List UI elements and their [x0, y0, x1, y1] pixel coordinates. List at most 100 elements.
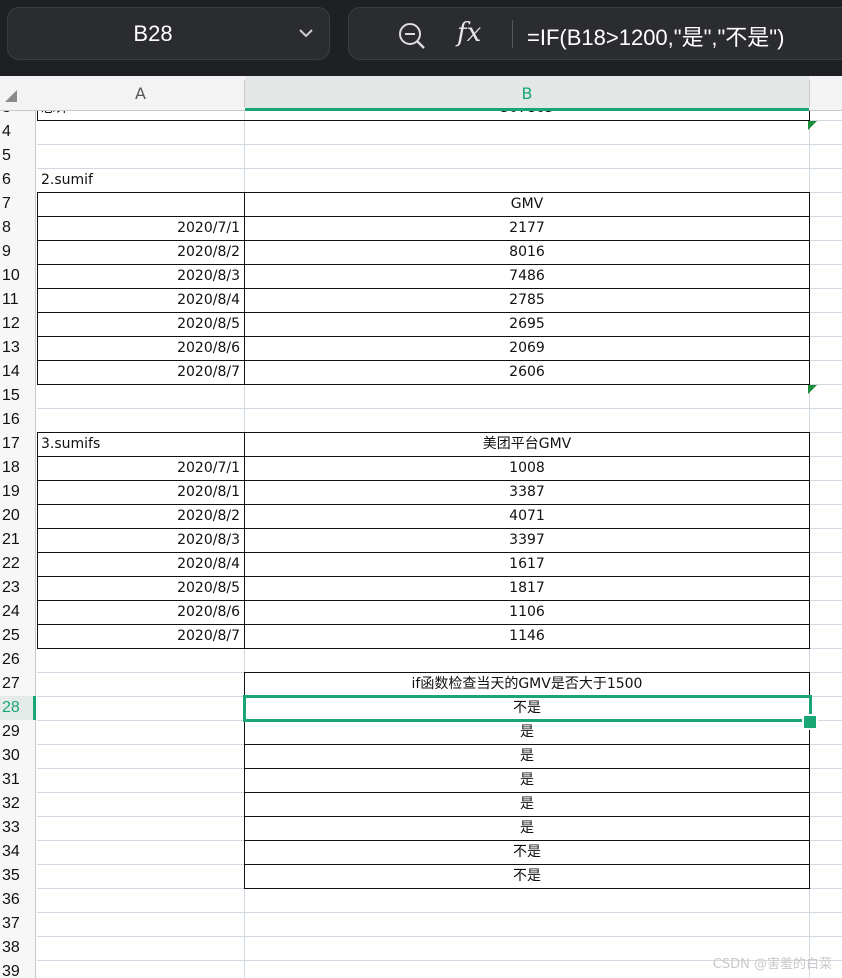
cell-a[interactable]: 2.sumif [37, 168, 244, 192]
cell-a[interactable] [37, 816, 244, 840]
row-header[interactable]: 7 [0, 192, 36, 216]
cell-b[interactable] [245, 648, 809, 672]
cell-a[interactable]: 3.sumifs [37, 432, 244, 456]
row-header[interactable]: 23 [0, 576, 36, 600]
cell-a[interactable]: 2020/8/5 [37, 576, 244, 600]
cell-a[interactable]: 2020/7/1 [37, 216, 244, 240]
formula-box[interactable]: fx =IF(B18>1200,"是","不是") [348, 7, 842, 60]
cell-b[interactable]: 是 [245, 744, 809, 768]
column-header-b[interactable]: B [245, 76, 809, 111]
cell-b[interactable]: 4071 [245, 504, 809, 528]
cell-b[interactable]: GMV [245, 192, 809, 216]
row-header[interactable]: 29 [0, 720, 36, 744]
cell-a[interactable] [37, 720, 244, 744]
cell-a[interactable] [37, 864, 244, 888]
cell-a[interactable] [37, 672, 244, 696]
row-header[interactable]: 5 [0, 144, 36, 168]
row-header[interactable]: 38 [0, 936, 36, 960]
row-header[interactable]: 25 [0, 624, 36, 648]
cell-b[interactable]: 7486 [245, 264, 809, 288]
cell-b[interactable]: 2606 [245, 360, 809, 384]
cell-b[interactable]: 2695 [245, 312, 809, 336]
cell-a[interactable]: 2020/8/7 [37, 624, 244, 648]
cell-a[interactable] [37, 744, 244, 768]
cell-a[interactable] [37, 648, 244, 672]
cell-b[interactable]: 1008 [245, 456, 809, 480]
row-header[interactable]: 12 [0, 312, 36, 336]
cell-a[interactable]: 2020/8/5 [37, 312, 244, 336]
row-header[interactable]: 28 [0, 696, 36, 720]
row-header[interactable]: 21 [0, 528, 36, 552]
cell-b[interactable]: 是 [245, 816, 809, 840]
cell-b[interactable]: if函数检查当天的GMV是否大于1500 [245, 672, 809, 696]
cell-b[interactable]: 307863 [245, 111, 809, 120]
row-header[interactable]: 31 [0, 768, 36, 792]
cell-a[interactable] [37, 912, 244, 936]
cell-b[interactable]: 是 [245, 720, 809, 744]
zoom-icon[interactable] [397, 21, 427, 51]
row-header[interactable]: 36 [0, 888, 36, 912]
cell-a[interactable] [37, 408, 244, 432]
row-header[interactable]: 13 [0, 336, 36, 360]
cell-a[interactable]: 2020/8/4 [37, 288, 244, 312]
cell-a[interactable] [37, 768, 244, 792]
cell-b[interactable]: 2785 [245, 288, 809, 312]
cell-b[interactable]: 1617 [245, 552, 809, 576]
row-header[interactable]: 14 [0, 360, 36, 384]
cell-b[interactable]: 3397 [245, 528, 809, 552]
row-header[interactable]: 10 [0, 264, 36, 288]
row-header[interactable]: 19 [0, 480, 36, 504]
row-header[interactable]: 32 [0, 792, 36, 816]
row-header[interactable]: 27 [0, 672, 36, 696]
name-box[interactable]: B28 [7, 7, 330, 60]
cell-a[interactable]: 2020/8/3 [37, 528, 244, 552]
row-header[interactable]: 9 [0, 240, 36, 264]
row-header[interactable]: 4 [0, 120, 36, 144]
row-header[interactable]: 30 [0, 744, 36, 768]
spreadsheet-grid[interactable]: 3总计3078634562.sumif7GMV82020/7/121779202… [0, 111, 842, 978]
cell-b[interactable]: 1817 [245, 576, 809, 600]
cell-reference[interactable]: B28 [8, 21, 298, 47]
cell-b[interactable]: 是 [245, 792, 809, 816]
cell-b[interactable] [245, 168, 809, 192]
cell-b[interactable] [245, 120, 809, 144]
cell-a[interactable]: 2020/8/4 [37, 552, 244, 576]
cell-b[interactable]: 1106 [245, 600, 809, 624]
row-header[interactable]: 37 [0, 912, 36, 936]
row-header[interactable]: 18 [0, 456, 36, 480]
cell-a[interactable]: 2020/8/6 [37, 600, 244, 624]
cell-a[interactable] [37, 144, 244, 168]
select-all-corner-icon[interactable] [5, 90, 17, 102]
cell-a[interactable]: 2020/7/1 [37, 456, 244, 480]
cell-a[interactable] [37, 120, 244, 144]
cell-b[interactable] [245, 408, 809, 432]
cell-a[interactable] [37, 840, 244, 864]
formula-input[interactable]: =IF(B18>1200,"是","不是") [527, 20, 784, 52]
cell-b[interactable] [245, 384, 809, 408]
cell-b[interactable]: 不是 [245, 696, 809, 720]
cell-a[interactable] [37, 792, 244, 816]
cell-a[interactable] [37, 960, 244, 978]
cell-b[interactable]: 不是 [245, 840, 809, 864]
fill-handle[interactable] [802, 714, 818, 730]
cell-a[interactable] [37, 192, 244, 216]
cell-b[interactable]: 8016 [245, 240, 809, 264]
row-header[interactable]: 22 [0, 552, 36, 576]
cell-b[interactable]: 不是 [245, 864, 809, 888]
cell-a[interactable]: 2020/8/2 [37, 504, 244, 528]
fx-icon[interactable]: fx [457, 18, 481, 48]
cell-a[interactable] [37, 936, 244, 960]
cell-b[interactable]: 2177 [245, 216, 809, 240]
cell-a[interactable] [37, 888, 244, 912]
row-header[interactable]: 16 [0, 408, 36, 432]
chevron-down-icon[interactable] [297, 24, 315, 42]
row-header[interactable]: 17 [0, 432, 36, 456]
cell-a[interactable]: 2020/8/6 [37, 336, 244, 360]
cell-b[interactable] [245, 144, 809, 168]
cell-b[interactable]: 是 [245, 768, 809, 792]
cell-a[interactable] [37, 696, 244, 720]
cell-a[interactable]: 2020/8/2 [37, 240, 244, 264]
cell-b[interactable]: 2069 [245, 336, 809, 360]
cell-b[interactable]: 1146 [245, 624, 809, 648]
row-header[interactable]: 33 [0, 816, 36, 840]
